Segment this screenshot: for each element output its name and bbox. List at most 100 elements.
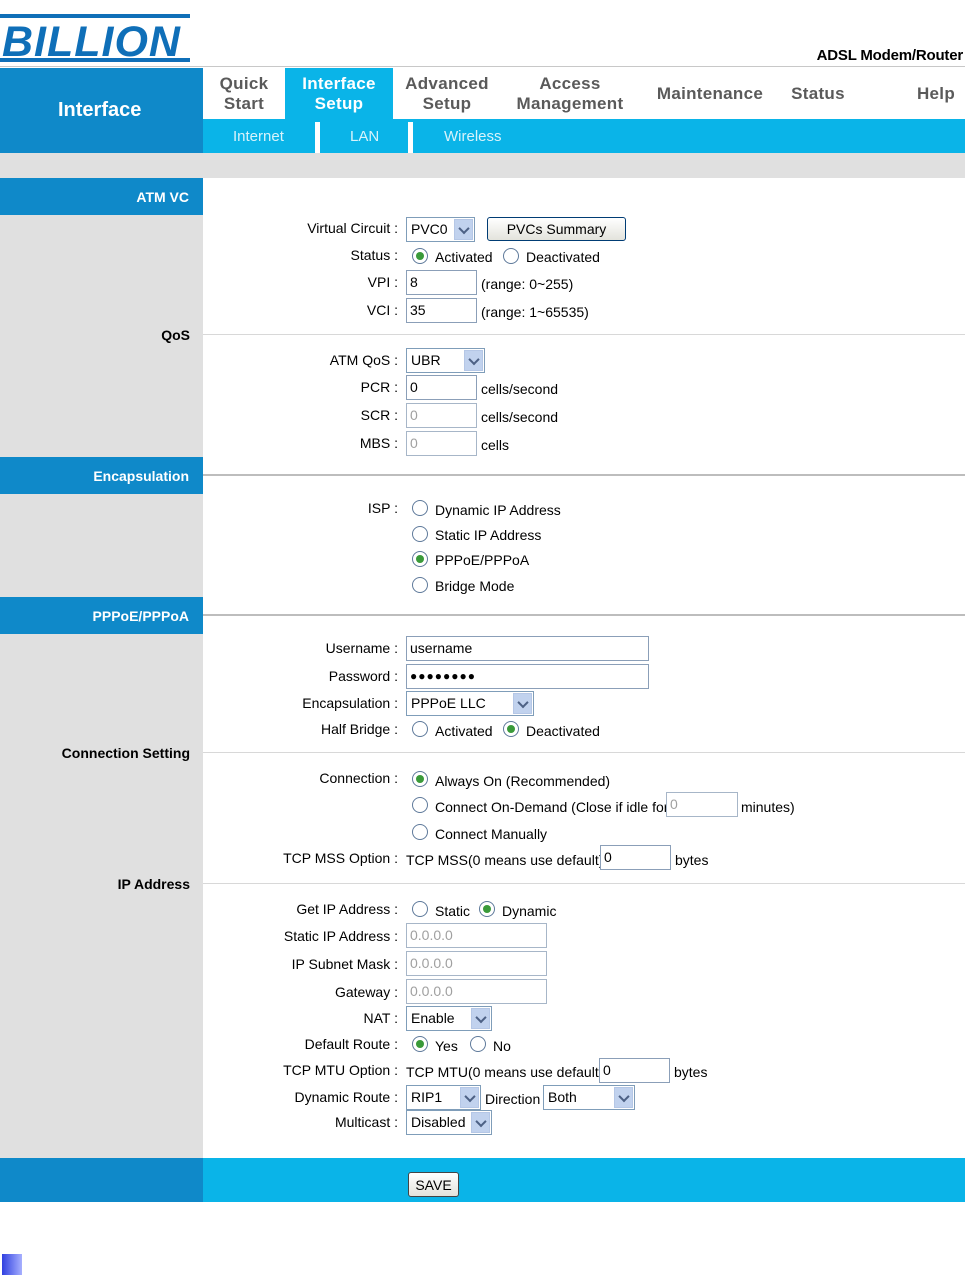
default-route-no-radio[interactable] (470, 1036, 486, 1052)
vci-input[interactable]: 35 (406, 298, 477, 323)
divider (203, 474, 965, 476)
chevron-down-icon (513, 693, 532, 714)
nat-select[interactable]: Enable (406, 1006, 492, 1031)
static-ip-label: Static IP Address : (283, 928, 398, 944)
isp-dynamic-radio[interactable] (412, 500, 428, 516)
submenu-lan[interactable]: LAN (350, 119, 379, 153)
status-deactivated-radio[interactable] (503, 248, 519, 264)
section-atm-vc: ATM VC (0, 178, 203, 215)
tcp-mtu-input[interactable]: 0 (599, 1058, 670, 1083)
status-activated-radio[interactable] (412, 248, 428, 264)
vpi-input[interactable]: 8 (406, 270, 477, 295)
dynamic-route-select[interactable]: RIP1 (406, 1085, 481, 1110)
divider (203, 614, 965, 616)
idle-minutes-input[interactable]: 0 (666, 792, 738, 817)
submenu-separator (408, 122, 413, 153)
half-bridge-activated-radio[interactable] (412, 721, 428, 737)
tcp-mss-input[interactable]: 0 (600, 845, 671, 870)
tcp-mtu-label: TCP MTU Option : (283, 1062, 398, 1078)
menu-interface-setup[interactable]: Interface Setup (285, 68, 393, 119)
status-activated-label: Activated (435, 249, 493, 265)
tcp-mss-label: TCP MSS Option : (283, 850, 398, 866)
half-bridge-deactivated-label: Deactivated (526, 723, 600, 739)
pcr-label: PCR : (360, 379, 398, 395)
divider (203, 752, 965, 753)
corner-marker (2, 1254, 22, 1275)
default-route-label: Default Route : (304, 1036, 398, 1052)
mbs-input[interactable]: 0 (406, 431, 477, 456)
connection-always-on-radio[interactable] (412, 771, 428, 787)
virtual-circuit-select[interactable]: PVC0 (406, 217, 475, 242)
connection-on-demand-radio[interactable] (412, 797, 428, 813)
menu-status[interactable]: Status (781, 68, 855, 119)
footer-bar (203, 1158, 965, 1202)
logo-text: BILLION (2, 18, 181, 62)
menu-quick-start[interactable]: Quick Start (203, 68, 285, 119)
main-menu: Quick Start Interface Setup Advanced Setup … (203, 68, 965, 119)
idle-minutes-unit: minutes) (741, 799, 795, 815)
pvcs-summary-button[interactable]: PVCs Summary (487, 217, 626, 241)
pcr-input[interactable]: 0 (406, 375, 477, 400)
gateway-input[interactable]: 0.0.0.0 (406, 979, 547, 1004)
connection-on-demand-label: Connect On-Demand (Close if idle for (435, 799, 669, 815)
mbs-label: MBS : (359, 435, 398, 451)
subnet-mask-input[interactable]: 0.0.0.0 (406, 951, 547, 976)
default-route-yes-radio[interactable] (412, 1036, 428, 1052)
billion-logo: BILLION (0, 14, 190, 62)
section-ip-address: IP Address (117, 876, 190, 892)
isp-static-radio[interactable] (412, 526, 428, 542)
password-label: Password : (328, 668, 398, 684)
tcp-mss-unit: bytes (675, 852, 709, 868)
atm-qos-select[interactable]: UBR (406, 348, 485, 373)
dynamic-route-label: Dynamic Route : (294, 1089, 398, 1105)
get-ip-static-radio[interactable] (412, 901, 428, 917)
virtual-circuit-label: Virtual Circuit : (307, 220, 398, 236)
nat-label: NAT : (363, 1010, 399, 1026)
status-deactivated-label: Deactivated (526, 249, 600, 265)
half-bridge-activated-label: Activated (435, 723, 493, 739)
sub-menu: Internet LAN Wireless (203, 119, 965, 153)
isp-bridge-radio[interactable] (412, 577, 428, 593)
password-input[interactable]: ●●●●●●●● (406, 664, 649, 689)
section-connection-setting: Connection Setting (61, 745, 190, 761)
scr-unit: cells/second (481, 409, 559, 425)
header-divider (0, 66, 965, 67)
multicast-label: Multicast : (334, 1114, 398, 1130)
get-ip-static-label: Static (435, 903, 471, 919)
header-band (0, 153, 965, 178)
scr-input[interactable]: 0 (406, 403, 477, 428)
vci-label: VCI : (366, 302, 398, 318)
connection-manually-label: Connect Manually (435, 826, 548, 842)
atm-qos-label: ATM QoS : (329, 352, 398, 368)
divider (203, 883, 965, 884)
submenu-internet[interactable]: Internet (233, 119, 284, 153)
static-ip-input[interactable]: 0.0.0.0 (406, 923, 547, 948)
tcp-mtu-text: TCP MTU(0 means use default) (406, 1064, 604, 1080)
section-qos: QoS (161, 327, 190, 343)
get-ip-dynamic-radio[interactable] (479, 901, 495, 917)
username-input[interactable]: username (406, 636, 649, 661)
footer-left-bar (0, 1158, 203, 1202)
connection-manually-radio[interactable] (412, 824, 428, 840)
save-button[interactable]: SAVE (408, 1172, 459, 1197)
subnet-mask-label: IP Subnet Mask : (291, 956, 398, 972)
isp-dynamic-label: Dynamic IP Address (435, 502, 561, 518)
chevron-down-icon (471, 1112, 490, 1133)
default-route-no-label: No (493, 1038, 511, 1054)
isp-bridge-label: Bridge Mode (435, 578, 515, 594)
half-bridge-deactivated-radio[interactable] (503, 721, 519, 737)
menu-advanced-setup[interactable]: Advanced Setup (393, 68, 501, 119)
submenu-wireless[interactable]: Wireless (444, 119, 502, 153)
menu-access-management[interactable]: Access Management (509, 68, 631, 119)
status-label: Status : (350, 247, 398, 263)
vci-range: (range: 1~65535) (481, 304, 589, 320)
menu-help[interactable]: Help (903, 68, 965, 119)
multicast-select[interactable]: Disabled (406, 1110, 492, 1135)
encapsulation-select[interactable]: PPPoE LLC (406, 691, 534, 716)
direction-select[interactable]: Both (543, 1085, 635, 1110)
isp-pppoe-radio[interactable] (412, 551, 428, 567)
gateway-label: Gateway : (334, 984, 398, 1000)
chevron-down-icon (454, 219, 473, 240)
menu-maintenance[interactable]: Maintenance (647, 68, 773, 119)
chevron-down-icon (471, 1008, 490, 1029)
